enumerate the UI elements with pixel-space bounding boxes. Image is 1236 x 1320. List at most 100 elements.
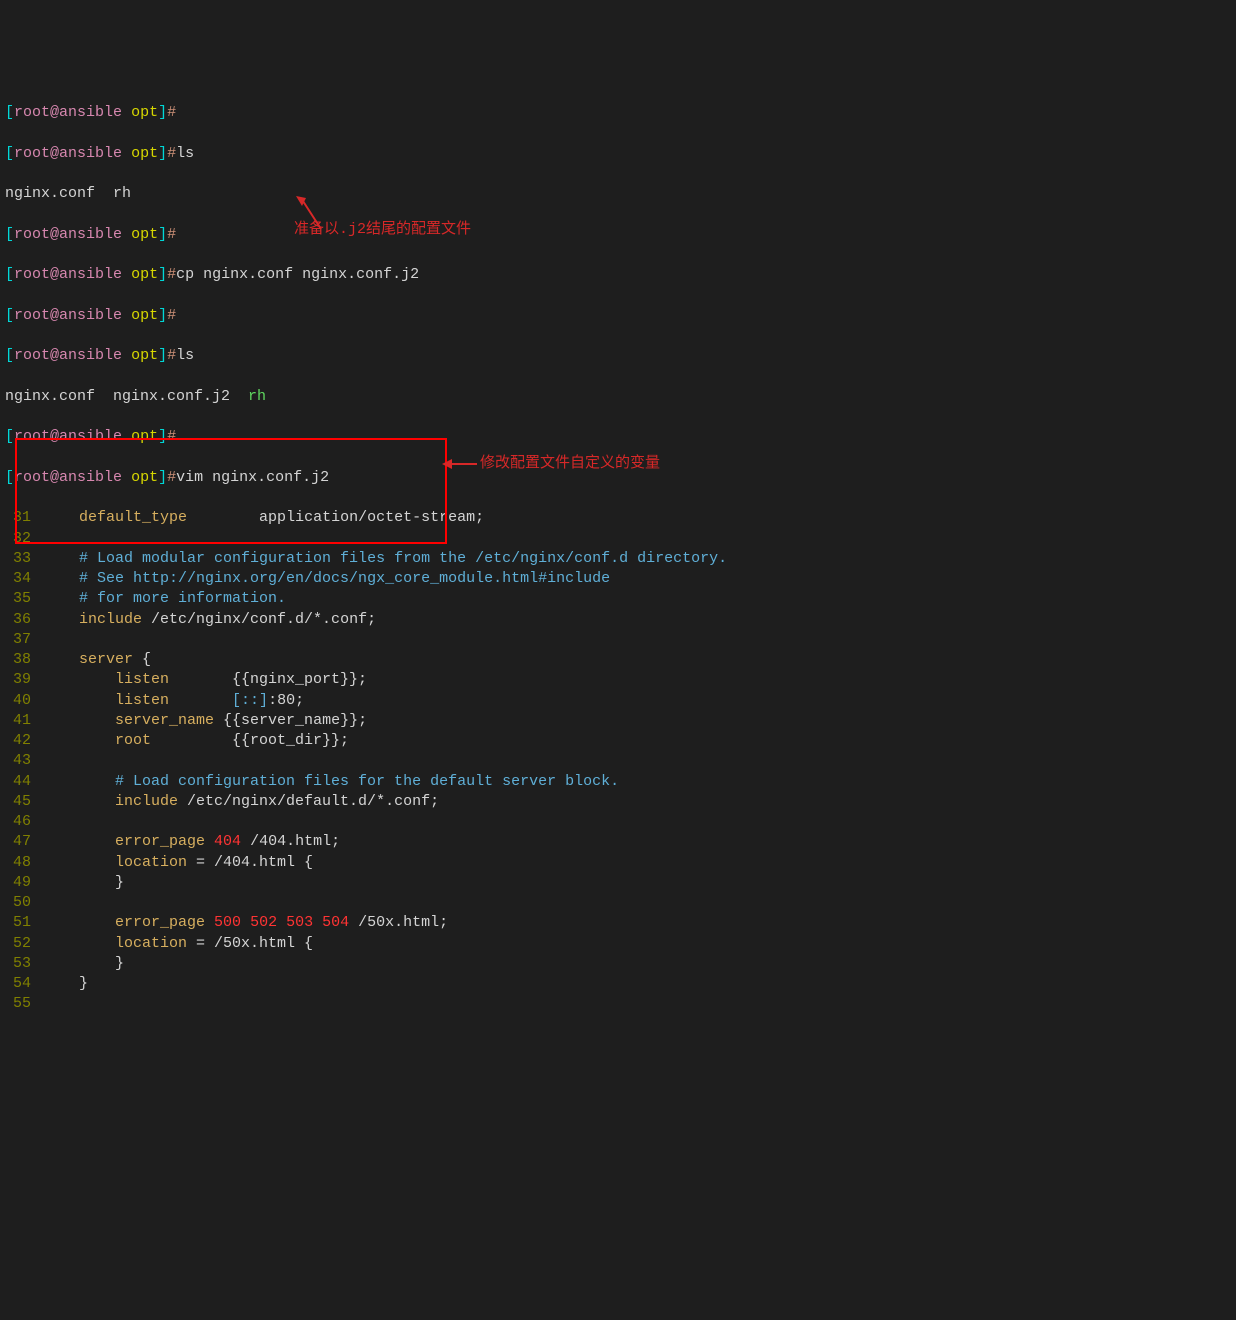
prompt-line-7: [root@ansible opt]# [5, 427, 1231, 447]
line-number: 37 [5, 630, 43, 650]
code-segment [43, 732, 115, 749]
code-segment [241, 914, 250, 931]
code-segment: location [115, 854, 187, 871]
code-line: 51 error_page 500 502 503 504 /50x.html; [5, 913, 1231, 933]
hash: # [167, 104, 176, 121]
code-line: 48 location = /404.html { [5, 853, 1231, 873]
line-number: 50 [5, 893, 43, 913]
code-segment: [::] [232, 692, 268, 709]
line-number: 38 [5, 650, 43, 670]
code-segment: server [79, 651, 133, 668]
code-line: 33 # Load modular configuration files fr… [5, 549, 1231, 569]
code-segment: root [115, 732, 151, 749]
line-number: 40 [5, 691, 43, 711]
code-segment: 504 [322, 914, 349, 931]
code-segment: 500 [214, 914, 241, 931]
code-segment: /404.html; [241, 833, 340, 850]
line-number: 32 [5, 529, 43, 549]
output-line-1: nginx.conf rh [5, 184, 1231, 204]
line-number: 53 [5, 954, 43, 974]
code-segment: server_name [115, 712, 214, 729]
code-segment: /50x.html; [349, 914, 448, 931]
code-segment [43, 773, 115, 790]
line-number: 49 [5, 873, 43, 893]
code-line: 39 listen {{nginx_port}}; [5, 670, 1231, 690]
code-segment [43, 550, 79, 567]
code-segment [43, 611, 79, 628]
line-number: 42 [5, 731, 43, 751]
code-segment: = /50x.html { [187, 935, 313, 952]
code-segment [43, 692, 115, 709]
code-line: 36 include /etc/nginx/conf.d/*.conf; [5, 610, 1231, 630]
code-line: 50 [5, 893, 1231, 913]
code-line: 32 [5, 529, 1231, 549]
command-ls-2: ls [176, 347, 194, 364]
code-line: 53 } [5, 954, 1231, 974]
code-segment: = /404.html { [187, 854, 313, 871]
line-number: 36 [5, 610, 43, 630]
code-segment [205, 914, 214, 931]
code-segment: include [79, 611, 142, 628]
code-line: 54 } [5, 974, 1231, 994]
command-ls: ls [176, 145, 194, 162]
code-segment: # See http://nginx.org/en/docs/ngx_core_… [79, 570, 610, 587]
prompt-line-2: [root@ansible opt]#ls [5, 144, 1231, 164]
code-segment: include [115, 793, 178, 810]
code-segment: /etc/nginx/default.d/*.conf; [178, 793, 439, 810]
prompt-line-1: [root@ansible opt]# [5, 103, 1231, 123]
prompt-line-4: [root@ansible opt]#cp nginx.conf nginx.c… [5, 265, 1231, 285]
directory: opt [131, 104, 158, 121]
prompt-line-3: [root@ansible opt]# [5, 225, 1231, 245]
prompt-line-6: [root@ansible opt]#ls [5, 346, 1231, 366]
code-segment [43, 833, 115, 850]
line-number: 51 [5, 913, 43, 933]
code-segment: } [43, 874, 124, 891]
code-segment: application/octet-stream; [187, 509, 484, 526]
code-segment: } [43, 955, 124, 972]
code-segment: {{root_dir}}; [151, 732, 349, 749]
line-number: 55 [5, 994, 43, 1014]
line-number: 46 [5, 812, 43, 832]
code-segment [277, 914, 286, 931]
code-segment [43, 935, 115, 952]
line-number: 41 [5, 711, 43, 731]
code-segment [169, 692, 232, 709]
line-number: 35 [5, 589, 43, 609]
prompt-line-5: [root@ansible opt]# [5, 306, 1231, 326]
code-line: 40 listen [::]:80; [5, 691, 1231, 711]
code-segment [43, 671, 115, 688]
code-segment: listen [115, 692, 169, 709]
code-line: 45 include /etc/nginx/default.d/*.conf; [5, 792, 1231, 812]
code-segment [313, 914, 322, 931]
code-segment [43, 712, 115, 729]
code-line: 41 server_name {{server_name}}; [5, 711, 1231, 731]
line-number: 52 [5, 934, 43, 954]
code-line: 43 [5, 751, 1231, 771]
line-number: 31 [5, 508, 43, 528]
code-line: 37 [5, 630, 1231, 650]
terminal-output[interactable]: [root@ansible opt]# [root@ansible opt]#l… [5, 83, 1231, 1217]
code-segment [43, 854, 115, 871]
code-segment [43, 590, 79, 607]
line-number: 33 [5, 549, 43, 569]
output-line-2: nginx.conf nginx.conf.j2 rh [5, 387, 1231, 407]
code-line: 44 # Load configuration files for the de… [5, 772, 1231, 792]
code-segment: 503 [286, 914, 313, 931]
command-cp: cp nginx.conf nginx.conf.j2 [176, 266, 419, 283]
bracket-close: ] [158, 104, 167, 121]
code-line: 31 default_type application/octet-stream… [5, 508, 1231, 528]
code-segment [43, 570, 79, 587]
code-line: 55 [5, 994, 1231, 1014]
line-number: 47 [5, 832, 43, 852]
code-line: 42 root {{root_dir}}; [5, 731, 1231, 751]
line-number: 44 [5, 772, 43, 792]
code-segment: # for more information. [79, 590, 286, 607]
code-segment [43, 509, 79, 526]
code-line: 52 location = /50x.html { [5, 934, 1231, 954]
vim-editor-content: 31 default_type application/octet-stream… [5, 508, 1231, 1014]
code-segment: {{server_name}}; [214, 712, 367, 729]
prompt-line-8: [root@ansible opt]#vim nginx.conf.j2 [5, 468, 1231, 488]
command-vim: vim nginx.conf.j2 [176, 469, 329, 486]
code-segment: listen [115, 671, 169, 688]
code-line: 49 } [5, 873, 1231, 893]
